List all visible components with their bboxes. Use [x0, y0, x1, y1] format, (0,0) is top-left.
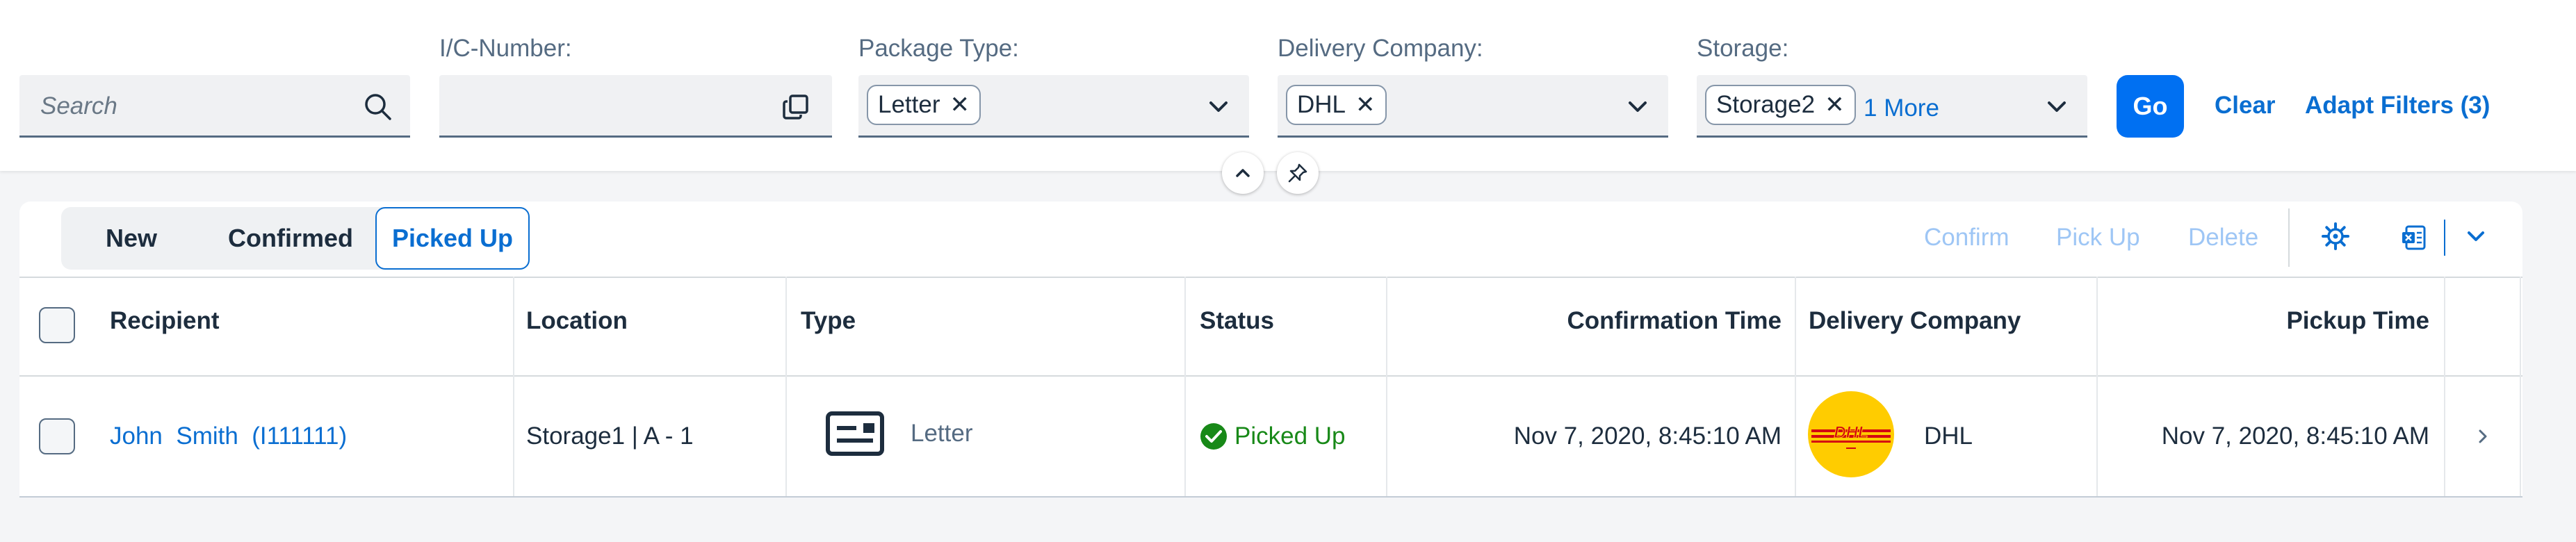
- confirm-button[interactable]: Confirm: [1924, 224, 2010, 252]
- delivery-company-select[interactable]: DHL ✕: [1278, 75, 1668, 138]
- chevron-up-icon: [1236, 169, 1250, 177]
- column-separator: [2520, 277, 2521, 496]
- segmented-button: New Confirmed Picked Up: [61, 207, 530, 270]
- ic-number-label: I/C-Number:: [439, 35, 572, 62]
- adapt-filters-button[interactable]: Adapt Filters (3): [2305, 92, 2490, 120]
- dhl-logo-icon: DHL: [1808, 391, 1894, 477]
- segment-new[interactable]: New: [89, 207, 174, 270]
- token-remove-icon[interactable]: ✕: [1825, 92, 1845, 118]
- chevron-down-icon[interactable]: [1622, 92, 1653, 122]
- header-bottom-border: [19, 375, 2522, 377]
- token-remove-icon[interactable]: ✕: [950, 92, 970, 118]
- svg-text:DHL: DHL: [1834, 423, 1868, 442]
- go-button[interactable]: Go: [2117, 75, 2184, 138]
- table-panel: New Confirmed Picked Up Confirm Pick Up …: [19, 202, 2522, 498]
- confirmation-time-cell: Nov 7, 2020, 8:45:10 AM: [1513, 422, 1782, 450]
- package-type-select[interactable]: Letter ✕: [858, 75, 1249, 138]
- settings-gear-icon[interactable]: [2320, 221, 2351, 252]
- column-separator: [1184, 277, 1186, 496]
- header-top-border: [19, 277, 2522, 278]
- chevron-right-icon[interactable]: [2470, 424, 2495, 449]
- delivery-company-label: Delivery Company:: [1278, 35, 1483, 62]
- recipient-link[interactable]: John Smith (I111111): [110, 422, 347, 450]
- chevron-down-icon[interactable]: [2461, 221, 2491, 252]
- pin-header-button[interactable]: [1277, 152, 1319, 194]
- token-dhl-label: DHL: [1297, 91, 1346, 118]
- chevron-down-icon[interactable]: [1203, 92, 1234, 122]
- column-header-pickup-time[interactable]: Pickup Time: [2286, 307, 2429, 335]
- column-separator: [513, 277, 514, 496]
- search-placeholder: Search: [40, 92, 117, 120]
- value-help-icon[interactable]: [781, 92, 812, 122]
- pick-up-button[interactable]: Pick Up: [2056, 224, 2140, 252]
- filter-bar: Search I/C-Number: Package Type: Letter ✕…: [0, 0, 2576, 171]
- segment-picked-up[interactable]: Picked Up: [375, 207, 530, 270]
- token-letter: Letter ✕: [867, 85, 981, 125]
- column-separator: [785, 277, 787, 496]
- toolbar-separator: [2288, 208, 2290, 267]
- ic-number-input[interactable]: [439, 75, 832, 138]
- search-field[interactable]: Search: [19, 75, 410, 138]
- search-icon[interactable]: [363, 92, 393, 122]
- collapse-header-button[interactable]: [1222, 152, 1264, 194]
- export-spreadsheet-icon[interactable]: [2399, 221, 2430, 252]
- token-storage2-label: Storage2: [1716, 91, 1816, 118]
- split-separator: [2444, 220, 2445, 256]
- status-cell: Picked Up: [1234, 422, 1346, 450]
- column-header-location[interactable]: Location: [526, 307, 628, 335]
- clear-button[interactable]: Clear: [2215, 92, 2276, 120]
- letter-icon: [826, 411, 884, 456]
- more-tokens-link[interactable]: 1 More: [1864, 95, 1939, 122]
- column-header-recipient[interactable]: Recipient: [110, 307, 220, 335]
- package-type-label: Package Type:: [858, 35, 1019, 62]
- pin-icon: [1288, 163, 1307, 183]
- delete-button[interactable]: Delete: [2188, 224, 2258, 252]
- type-cell: Letter: [911, 420, 973, 447]
- token-letter-label: Letter: [878, 91, 940, 118]
- token-remove-icon[interactable]: ✕: [1355, 92, 1376, 118]
- column-header-confirmation-time[interactable]: Confirmation Time: [1567, 307, 1782, 335]
- token-dhl: DHL ✕: [1286, 85, 1387, 125]
- column-separator: [2096, 277, 2098, 496]
- column-separator: [1795, 277, 1796, 496]
- pickup-time-cell: Nov 7, 2020, 8:45:10 AM: [2161, 422, 2429, 450]
- column-header-type[interactable]: Type: [801, 307, 856, 335]
- success-status-icon: [1200, 423, 1227, 450]
- column-separator: [1386, 277, 1387, 496]
- storage-label: Storage:: [1697, 35, 1789, 62]
- location-cell: Storage1 | A - 1: [526, 422, 694, 450]
- segment-confirmed[interactable]: Confirmed: [214, 207, 367, 270]
- token-storage2: Storage2 ✕: [1705, 85, 1856, 125]
- delivery-company-cell: DHL: [1924, 422, 1973, 450]
- column-header-status[interactable]: Status: [1200, 307, 1274, 335]
- storage-select[interactable]: Storage2 ✕ 1 More: [1697, 75, 2087, 138]
- select-all-checkbox[interactable]: [39, 307, 75, 343]
- column-separator: [2444, 277, 2445, 496]
- row-checkbox[interactable]: [39, 418, 75, 454]
- column-header-delivery-company[interactable]: Delivery Company: [1809, 307, 2021, 335]
- chevron-down-icon[interactable]: [2041, 92, 2072, 122]
